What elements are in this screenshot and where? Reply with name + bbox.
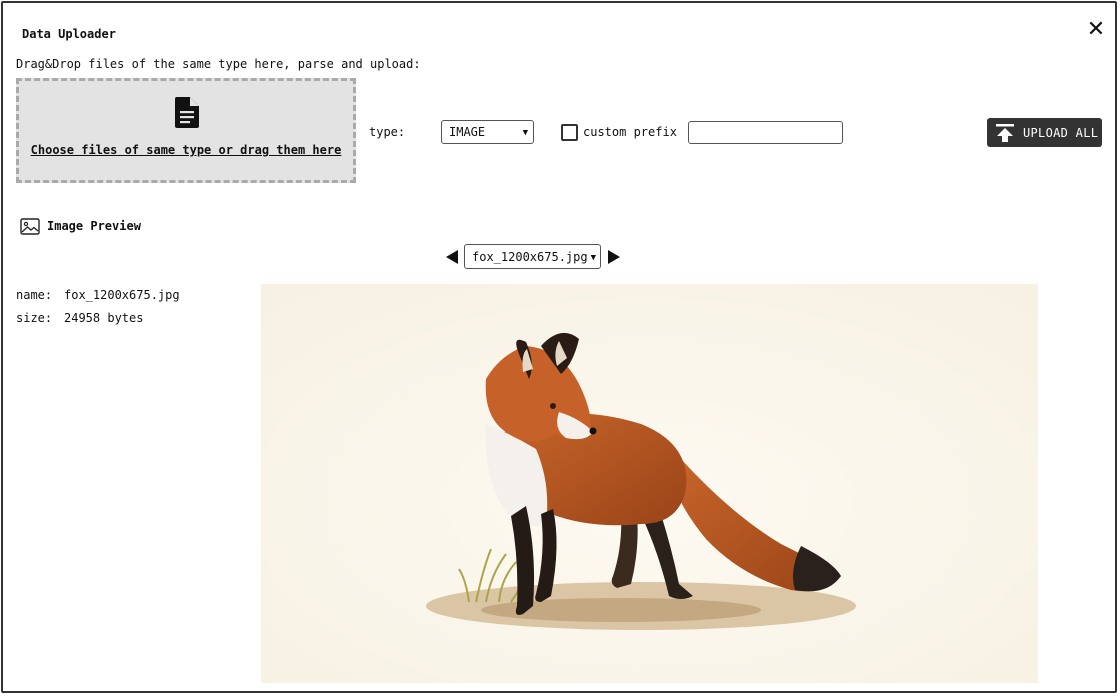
fox-illustration	[261, 284, 1038, 683]
file-size-value: 24958 bytes	[64, 311, 144, 325]
file-name-row: name: fox_1200x675.jpg	[16, 288, 180, 302]
file-name-label: name:	[16, 288, 53, 302]
custom-prefix-checkbox[interactable]	[561, 124, 578, 141]
type-label: type:	[369, 125, 406, 139]
next-file-arrow-icon[interactable]	[608, 250, 620, 264]
file-dropzone[interactable]: Choose files of same type or drag them h…	[16, 78, 356, 183]
custom-prefix-label: custom prefix	[583, 125, 677, 139]
upload-all-label: UPLOAD ALL	[1023, 126, 1099, 140]
upload-all-button[interactable]: UPLOAD ALL	[987, 118, 1102, 147]
previous-file-arrow-icon[interactable]	[446, 250, 458, 264]
close-icon[interactable]: ✕	[1085, 19, 1107, 41]
file-select[interactable]: fox_1200x675.jpg ▼	[464, 244, 601, 269]
file-name-value: fox_1200x675.jpg	[64, 288, 180, 302]
type-select[interactable]: IMAGE ▼	[441, 120, 534, 144]
upload-instructions: Drag&Drop files of the same type here, p…	[16, 57, 421, 71]
dialog-title: Data Uploader	[22, 27, 116, 41]
image-icon	[20, 218, 40, 235]
data-uploader-dialog: Data Uploader ✕ Drag&Drop files of the s…	[1, 1, 1117, 693]
image-preview-title: Image Preview	[47, 219, 141, 233]
upload-icon	[996, 124, 1014, 142]
image-preview	[261, 284, 1038, 683]
file-size-label: size:	[16, 311, 53, 325]
custom-prefix-input[interactable]	[688, 121, 843, 144]
document-icon	[175, 97, 199, 128]
chevron-down-icon: ▼	[590, 253, 596, 263]
dropzone-label[interactable]: Choose files of same type or drag them h…	[19, 143, 353, 157]
type-select-value: IMAGE	[449, 125, 486, 139]
file-select-value: fox_1200x675.jpg	[472, 250, 588, 264]
chevron-down-icon: ▼	[522, 128, 528, 138]
file-size-row: size: 24958 bytes	[16, 311, 143, 325]
